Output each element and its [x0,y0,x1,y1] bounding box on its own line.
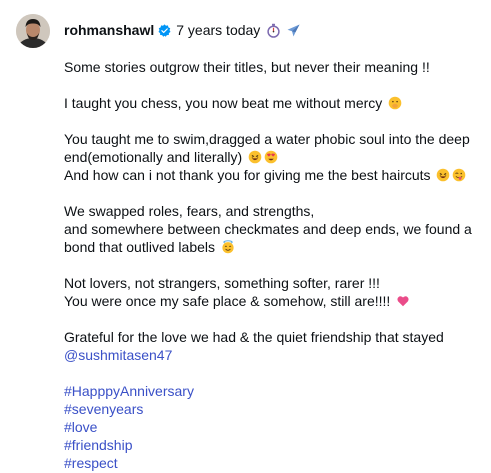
caption-line: end(emotionally and literally) [64,148,479,166]
post-header: rohmanshawl 7 years today [64,20,301,40]
caption-line: You taught me to swim,dragged a water ph… [64,131,470,147]
post-time-text: 7 years today [176,22,261,38]
grinning-squinting-face-icon [437,168,450,182]
caption-line: bond that outlived labels [64,238,479,256]
caption-line: Not lovers, not strangers, something sof… [64,275,380,291]
verified-badge-icon [158,23,171,37]
heart-eyes-face-icon [264,150,278,164]
face-with-hand-over-mouth-icon [388,96,402,110]
caption-text: Some stories outgrow their titles, but n… [64,58,479,472]
airplane-icon [287,24,300,36]
caption-line: I taught you chess, you now beat me with… [64,94,479,112]
stopwatch-icon [267,23,280,38]
caption-line: Some stories outgrow their titles, but n… [64,59,430,75]
avatar-photo [16,14,50,48]
hashtag-link[interactable]: #sevenyears [64,400,479,418]
hashtag-link[interactable]: #HapppyAnniversary [64,382,479,400]
caption-line: and somewhere between checkmates and dee… [64,221,472,237]
winking-face-with-tongue-icon [453,168,466,182]
avatar[interactable] [16,14,50,48]
mention-link[interactable]: @sushmitasen47 [64,346,172,364]
username-link[interactable]: rohmanshawl [64,22,154,38]
instagram-post-caption: rohmanshawl 7 years today Some stories o… [0,0,491,473]
caption-line: We swapped roles, fears, and strengths, [64,203,315,219]
hashtag-link[interactable]: #respect [64,454,479,472]
pink-heart-icon [397,296,409,307]
grinning-squinting-face-icon [248,150,262,164]
caption-line: You were once my safe place & somehow, s… [64,292,479,310]
caption-line: And how can i not thank you for giving m… [64,166,479,184]
hashtag-link[interactable]: #love [64,418,479,436]
smiling-face-with-halo-icon [222,240,234,254]
caption-line: Grateful for the love we had & the quiet… [64,329,444,345]
caption-line: @sushmitasen47 [64,346,479,364]
hashtag-link[interactable]: #friendship [64,436,479,454]
